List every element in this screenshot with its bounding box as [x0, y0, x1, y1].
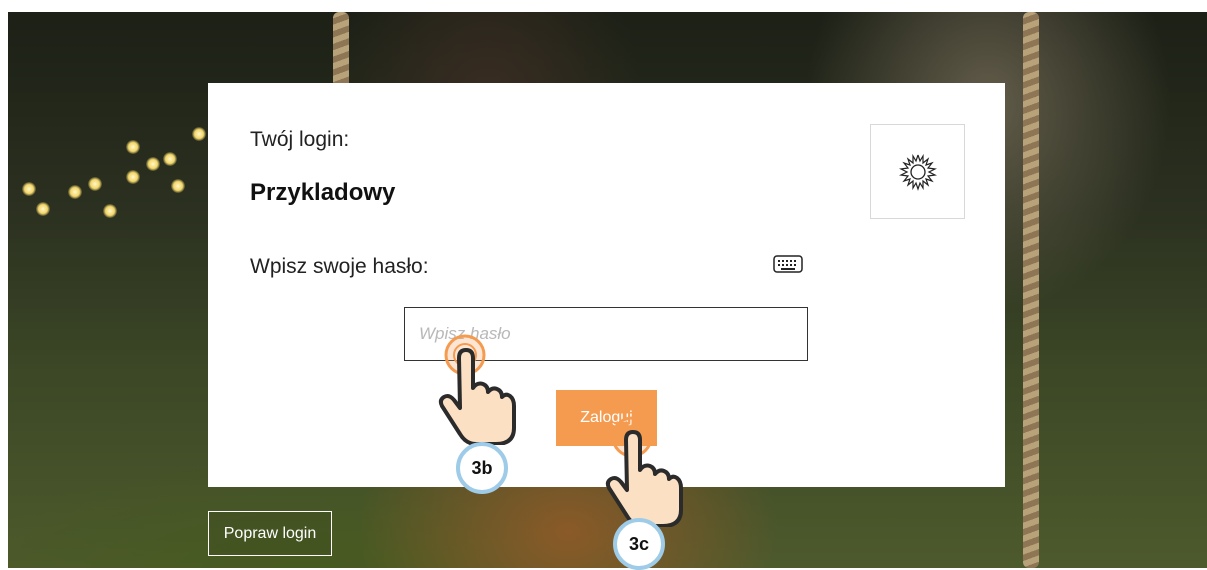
hand-pointer-icon — [438, 334, 516, 445]
theme-toggle-button[interactable] — [870, 124, 965, 219]
sun-icon — [898, 153, 937, 191]
keyboard-icon[interactable] — [773, 255, 803, 273]
hand-pointer-icon — [605, 416, 683, 527]
step-badge-3b: 3b — [456, 442, 508, 494]
login-value: Przykladowy — [250, 179, 396, 206]
login-label: Twój login: — [250, 128, 350, 151]
fix-login-button[interactable]: Popraw login — [208, 511, 332, 556]
step-badge-3c: 3c — [613, 518, 665, 570]
password-label: Wpisz swoje hasło: — [250, 255, 429, 278]
